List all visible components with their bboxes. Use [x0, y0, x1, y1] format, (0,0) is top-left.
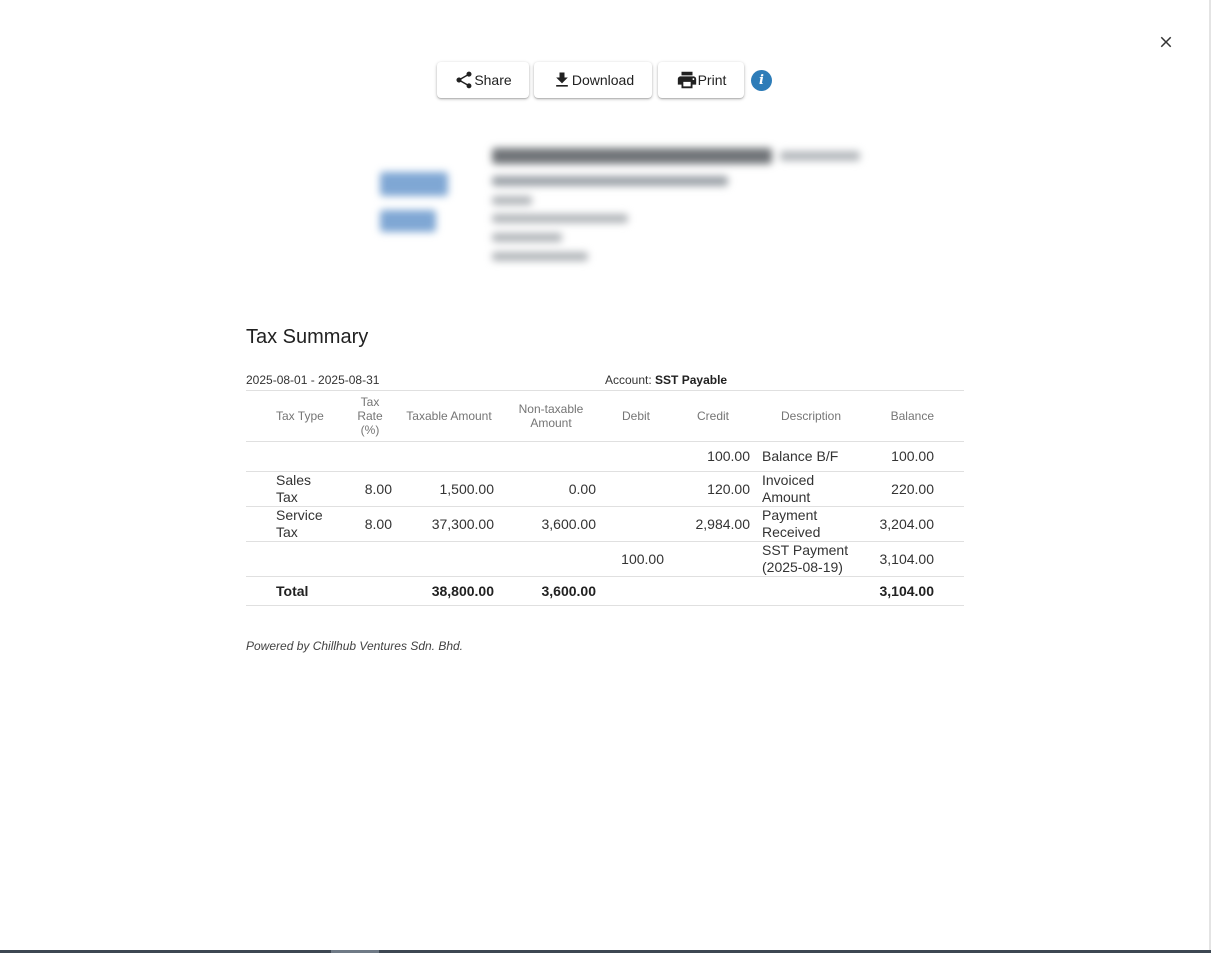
tax-summary-table: Tax Type Tax Rate (%) Taxable Amount Non… — [246, 390, 964, 606]
cell-credit: 100.00 — [670, 441, 756, 472]
row-spacer — [940, 576, 964, 606]
account-value: SST Payable — [655, 373, 728, 387]
cell-nontaxable — [500, 441, 602, 472]
cell-balance: 220.00 — [866, 471, 940, 507]
company-logo — [380, 172, 448, 196]
letterhead-line — [780, 151, 860, 161]
download-label: Download — [571, 72, 635, 88]
cell-debit — [602, 441, 670, 472]
total-nontaxable: 3,600.00 — [500, 576, 602, 606]
letterhead-line — [492, 252, 588, 261]
row-spacer — [940, 541, 964, 577]
row-spacer — [246, 506, 270, 542]
total-debit — [602, 576, 670, 606]
report-title: Tax Summary — [246, 326, 369, 348]
table-row: Sales Tax 8.00 1,500.00 0.00 120.00 Invo… — [246, 471, 964, 507]
cell-tax-rate — [342, 441, 398, 472]
col-tax-type: Tax Type — [270, 390, 342, 442]
cell-balance: 3,204.00 — [866, 506, 940, 542]
print-icon — [677, 71, 696, 89]
company-letterhead-blurred — [370, 140, 870, 275]
col-nontaxable-amount: Non-taxable Amount — [500, 390, 602, 442]
cell-balance: 100.00 — [866, 441, 940, 472]
col-taxable-amount: Taxable Amount — [398, 390, 500, 442]
cell-credit: 120.00 — [670, 471, 756, 507]
cell-description: Payment Received — [756, 506, 866, 542]
company-logo-sub — [380, 210, 436, 232]
print-button[interactable]: Print — [658, 62, 744, 98]
share-button[interactable]: Share — [437, 62, 529, 98]
header-spacer — [246, 390, 270, 442]
table-header-row: Tax Type Tax Rate (%) Taxable Amount Non… — [246, 390, 964, 442]
cell-tax-rate: 8.00 — [342, 506, 398, 542]
cell-tax-type — [270, 441, 342, 472]
header-spacer — [940, 390, 964, 442]
cell-taxable: 37,300.00 — [398, 506, 500, 542]
table-row: 100.00 SST Payment (2025-08-19) 3,104.00 — [246, 541, 964, 577]
total-tax-rate — [342, 576, 398, 606]
info-icon[interactable]: i — [751, 69, 772, 91]
cell-debit — [602, 471, 670, 507]
cell-description: Invoiced Amount — [756, 471, 866, 507]
toolbar: Share Download Print i — [437, 62, 772, 98]
col-tax-rate: Tax Rate (%) — [342, 390, 398, 442]
row-spacer — [940, 506, 964, 542]
col-credit: Credit — [670, 390, 756, 442]
powered-by-footer: Powered by Chillhub Ventures Sdn. Bhd. — [246, 639, 464, 653]
download-button[interactable]: Download — [534, 62, 652, 98]
cell-description: Balance B/F — [756, 441, 866, 472]
row-spacer — [246, 541, 270, 577]
total-label: Total — [270, 576, 342, 606]
cell-tax-rate: 8.00 — [342, 471, 398, 507]
row-spacer — [246, 441, 270, 472]
share-icon — [456, 71, 472, 89]
close-button[interactable] — [1150, 26, 1182, 58]
letterhead-line — [492, 233, 562, 242]
row-spacer — [246, 471, 270, 507]
cell-nontaxable: 3,600.00 — [500, 506, 602, 542]
cell-balance: 3,104.00 — [866, 541, 940, 577]
share-label: Share — [474, 72, 512, 88]
cell-tax-type: Service Tax — [270, 506, 342, 542]
cell-nontaxable: 0.00 — [500, 471, 602, 507]
row-spacer — [940, 471, 964, 507]
cell-tax-type: Sales Tax — [270, 471, 342, 507]
col-debit: Debit — [602, 390, 670, 442]
letterhead-line — [492, 176, 728, 186]
report-account: Account: SST Payable — [605, 373, 727, 387]
cell-description: SST Payment (2025-08-19) — [756, 541, 866, 577]
row-spacer — [246, 576, 270, 606]
cell-tax-type — [270, 541, 342, 577]
cell-tax-rate — [342, 541, 398, 577]
cell-debit — [602, 506, 670, 542]
print-label: Print — [697, 72, 727, 88]
table-row: Service Tax 8.00 37,300.00 3,600.00 2,98… — [246, 506, 964, 542]
cell-taxable — [398, 541, 500, 577]
cell-credit: 2,984.00 — [670, 506, 756, 542]
cell-credit — [670, 541, 756, 577]
close-icon — [1160, 36, 1172, 48]
letterhead-line — [492, 214, 628, 223]
total-row: Total 38,800.00 3,600.00 3,104.00 — [246, 576, 964, 606]
total-description — [756, 576, 866, 606]
total-taxable: 38,800.00 — [398, 576, 500, 606]
account-label: Account: — [605, 373, 652, 387]
report-period: 2025-08-01 - 2025-08-31 — [246, 373, 380, 387]
col-description: Description — [756, 390, 866, 442]
letterhead-line — [492, 196, 532, 205]
cell-nontaxable — [500, 541, 602, 577]
total-credit — [670, 576, 756, 606]
total-balance: 3,104.00 — [866, 576, 940, 606]
cell-taxable — [398, 441, 500, 472]
download-icon — [556, 72, 568, 87]
cell-taxable: 1,500.00 — [398, 471, 500, 507]
cell-debit: 100.00 — [602, 541, 670, 577]
row-spacer — [940, 441, 964, 472]
letterhead-line — [492, 148, 772, 164]
table-row: 100.00 Balance B/F 100.00 — [246, 441, 964, 472]
col-balance: Balance — [866, 390, 940, 442]
